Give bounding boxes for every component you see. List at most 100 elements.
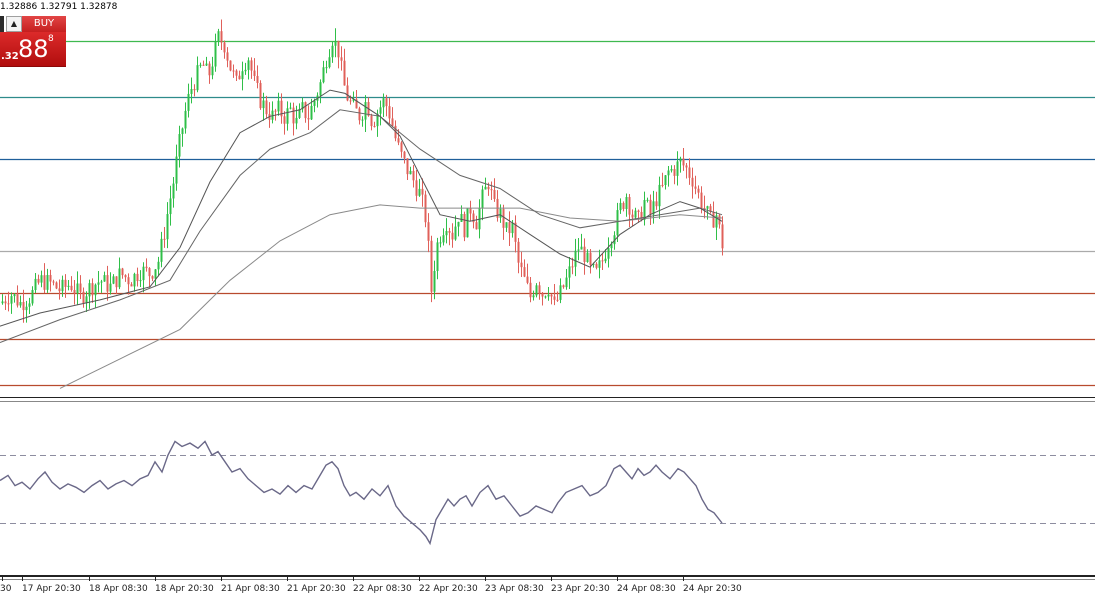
candle-body bbox=[250, 60, 253, 71]
candle-body bbox=[148, 268, 151, 277]
candle-body bbox=[214, 41, 217, 67]
buy-button-label[interactable]: BUY bbox=[22, 16, 66, 32]
candle-body bbox=[10, 296, 13, 304]
candle-body bbox=[100, 281, 103, 283]
candle-body bbox=[328, 57, 331, 68]
candle-body bbox=[25, 306, 28, 311]
candle-body bbox=[145, 266, 148, 269]
oscillator-pane[interactable] bbox=[0, 440, 1095, 546]
candle-body bbox=[52, 281, 55, 283]
candle-body bbox=[649, 199, 652, 215]
candle-body bbox=[499, 208, 502, 218]
candle-body bbox=[292, 107, 295, 124]
candle-body bbox=[193, 89, 196, 91]
candle-body bbox=[232, 70, 235, 72]
candle-body bbox=[334, 40, 337, 46]
candle-body bbox=[379, 107, 382, 114]
candle-body bbox=[313, 100, 316, 106]
candle-body bbox=[364, 102, 367, 120]
candle-body bbox=[325, 67, 328, 69]
candle-body bbox=[49, 275, 52, 282]
candle-body bbox=[91, 283, 94, 296]
candle-body bbox=[253, 70, 256, 76]
candle-body bbox=[583, 246, 586, 262]
time-label: 17 Apr 20:30 bbox=[22, 584, 81, 594]
candle-body bbox=[217, 31, 220, 42]
candle-body bbox=[607, 248, 610, 259]
candle-body bbox=[589, 252, 592, 265]
candle-body bbox=[235, 70, 238, 76]
candle-body bbox=[172, 183, 175, 199]
candle-body bbox=[706, 206, 709, 209]
candle-body bbox=[538, 285, 541, 294]
time-label: 23 Apr 20:30 bbox=[551, 584, 610, 594]
candle-body bbox=[604, 258, 607, 262]
sell-button-edge[interactable] bbox=[0, 16, 4, 32]
candle-body bbox=[628, 197, 631, 215]
candle-body bbox=[7, 303, 10, 305]
candle-body bbox=[535, 285, 538, 296]
candle-body bbox=[16, 294, 19, 306]
candle-body bbox=[64, 279, 67, 287]
candle-body bbox=[166, 214, 169, 240]
candle-body bbox=[19, 302, 22, 306]
time-label: 23 Apr 08:30 bbox=[485, 584, 544, 594]
candle-body bbox=[616, 210, 619, 236]
candle-body bbox=[661, 184, 664, 186]
candle-body bbox=[109, 283, 112, 292]
candle-body bbox=[679, 158, 682, 162]
chart-canvas[interactable] bbox=[0, 0, 1095, 600]
candle-body bbox=[181, 128, 184, 135]
candle-body bbox=[445, 231, 448, 236]
candle-body bbox=[673, 169, 676, 176]
lot-stepper[interactable]: ▲ bbox=[6, 16, 22, 32]
candle-body bbox=[94, 284, 97, 296]
candle-body bbox=[637, 210, 640, 212]
candle-body bbox=[634, 210, 637, 218]
candle-body bbox=[295, 117, 298, 124]
candle-body bbox=[448, 231, 451, 233]
candle-body bbox=[541, 293, 544, 297]
candle-body bbox=[136, 273, 139, 282]
candle-body bbox=[157, 261, 160, 270]
candle-body bbox=[202, 64, 205, 66]
buy-button[interactable]: .32 88 8 bbox=[0, 32, 66, 67]
candle-body bbox=[286, 108, 289, 124]
candle-body bbox=[163, 238, 166, 240]
candle-body bbox=[127, 277, 130, 285]
candle-body bbox=[490, 189, 493, 191]
candle-body bbox=[406, 158, 409, 175]
candle-body bbox=[625, 197, 628, 209]
candle-body bbox=[88, 283, 91, 297]
candle-body bbox=[586, 252, 589, 262]
candle-body bbox=[493, 189, 496, 199]
time-label: 22 Apr 08:30 bbox=[353, 584, 412, 594]
candle-body bbox=[475, 222, 478, 230]
candle-body bbox=[397, 138, 400, 143]
up-arrow-icon[interactable]: ▲ bbox=[11, 19, 17, 28]
candle-body bbox=[361, 119, 364, 121]
candle-body bbox=[469, 208, 472, 214]
candle-body bbox=[520, 262, 523, 268]
candle-body bbox=[439, 242, 442, 244]
candle-body bbox=[451, 232, 454, 240]
candle-body bbox=[244, 69, 247, 72]
oscillator-line[interactable] bbox=[0, 440, 723, 546]
candle-body bbox=[511, 222, 514, 234]
one-click-trading-panel: ▲ BUY .32 88 8 bbox=[0, 16, 66, 67]
buy-price-prefix: .32 bbox=[1, 51, 19, 62]
candle-body bbox=[67, 285, 70, 287]
candle-body bbox=[580, 246, 583, 250]
candle-body bbox=[526, 276, 529, 283]
price-pane[interactable] bbox=[0, 19, 1095, 389]
candle-body bbox=[601, 260, 604, 262]
candle-body bbox=[712, 211, 715, 228]
candle-body bbox=[721, 224, 724, 249]
candle-body bbox=[22, 302, 25, 311]
candle-body bbox=[421, 188, 424, 195]
candle-body bbox=[175, 156, 178, 184]
candle-body bbox=[115, 276, 118, 288]
candle-body bbox=[400, 142, 403, 152]
candle-body bbox=[289, 107, 292, 109]
candle-body bbox=[283, 116, 286, 124]
